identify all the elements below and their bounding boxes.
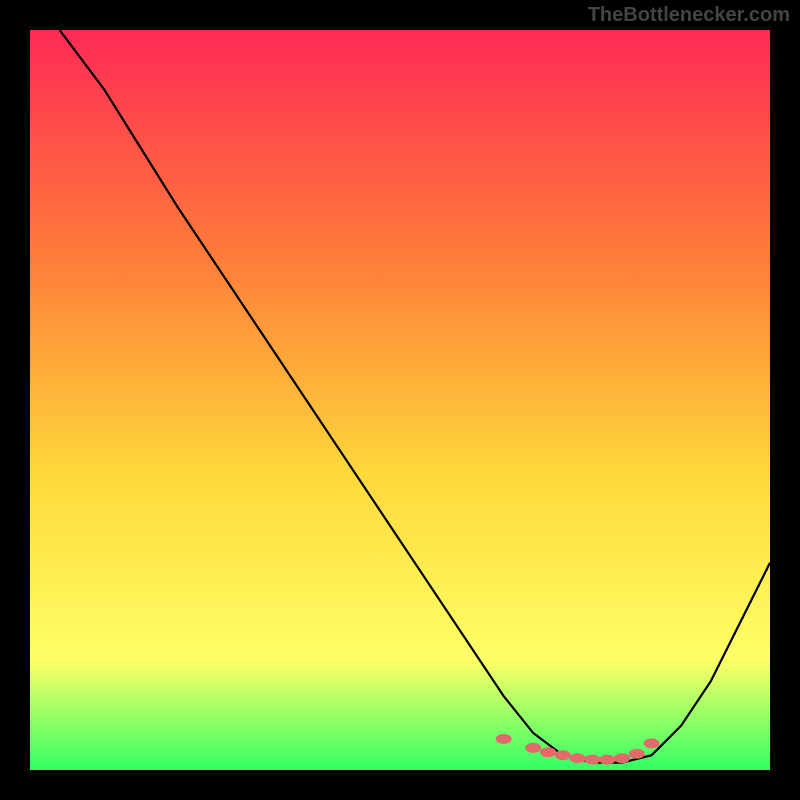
highlight-dot (614, 753, 630, 763)
highlight-dot (540, 747, 556, 757)
highlight-dot (599, 755, 615, 765)
highlight-dot (629, 749, 645, 759)
chart-canvas (30, 30, 770, 770)
chart-background (30, 30, 770, 770)
highlight-dot (525, 743, 541, 753)
highlight-dot (496, 734, 512, 744)
highlight-dot (555, 750, 571, 760)
highlight-dot (644, 738, 660, 748)
chart-plot-area (30, 30, 770, 770)
watermark-text: TheBottlenecker.com (588, 4, 790, 27)
highlight-dot (570, 753, 586, 763)
highlight-dot (584, 755, 600, 765)
